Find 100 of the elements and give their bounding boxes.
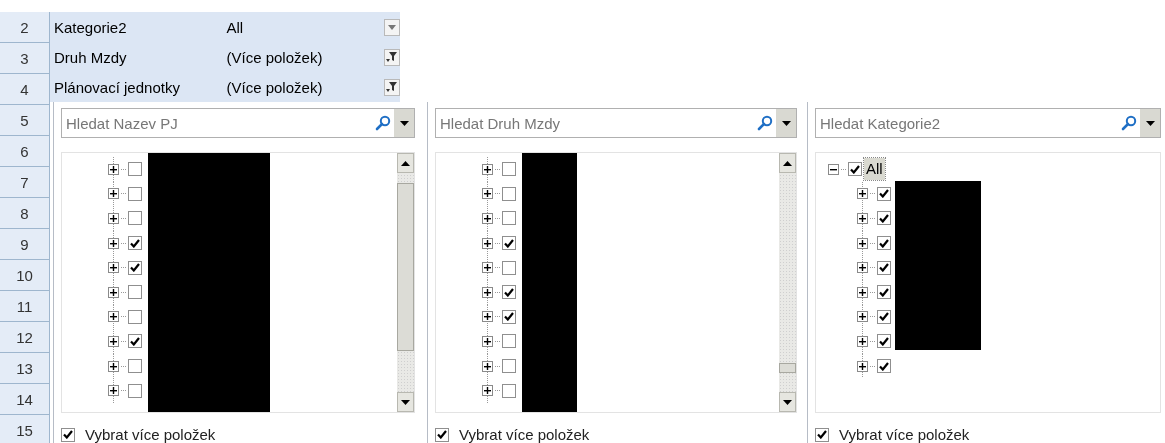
expand-icon[interactable] bbox=[108, 286, 119, 298]
checkbox[interactable] bbox=[848, 162, 862, 177]
checkbox[interactable] bbox=[502, 211, 516, 226]
search-box[interactable]: Hledat Nazev PJ bbox=[61, 108, 415, 138]
checkbox[interactable] bbox=[502, 162, 516, 177]
expand-icon[interactable] bbox=[857, 286, 868, 298]
filter-field-value: (Více položek) bbox=[226, 48, 324, 66]
checkbox[interactable] bbox=[128, 260, 142, 275]
expand-icon[interactable] bbox=[857, 188, 868, 200]
expand-icon[interactable] bbox=[482, 385, 493, 397]
filter-button[interactable] bbox=[384, 48, 400, 66]
checkbox[interactable] bbox=[877, 211, 891, 226]
checkbox[interactable] bbox=[877, 309, 891, 324]
checkbox[interactable] bbox=[502, 285, 516, 300]
row-header: 5 bbox=[0, 105, 50, 136]
expand-icon[interactable] bbox=[482, 163, 493, 175]
list-item[interactable]: All bbox=[864, 158, 885, 181]
checkbox-label[interactable]: Vybrat více položek bbox=[459, 426, 590, 443]
caret-icon bbox=[399, 120, 409, 126]
filter-button[interactable] bbox=[384, 78, 400, 96]
expand-icon[interactable] bbox=[857, 311, 868, 323]
checkbox[interactable] bbox=[877, 334, 891, 349]
search-field[interactable]: Hledat Kategorie2 bbox=[816, 114, 1121, 132]
scroll-down-button[interactable] bbox=[779, 392, 796, 412]
checkbox[interactable] bbox=[877, 359, 891, 374]
expand-icon[interactable] bbox=[482, 237, 493, 249]
checkbox[interactable] bbox=[877, 260, 891, 275]
scroll-thumb[interactable] bbox=[397, 183, 414, 351]
search-dropdown-button[interactable] bbox=[394, 109, 414, 137]
search-icon[interactable] bbox=[757, 115, 773, 131]
expand-icon[interactable] bbox=[857, 237, 868, 249]
checkbox[interactable] bbox=[502, 236, 516, 251]
checkbox[interactable] bbox=[128, 383, 142, 398]
checkbox-label[interactable]: Vybrat více položek bbox=[85, 426, 216, 443]
checkbox[interactable] bbox=[128, 285, 142, 300]
checkbox[interactable] bbox=[128, 236, 142, 251]
scrollbar[interactable] bbox=[779, 153, 796, 412]
search-icon[interactable] bbox=[1121, 115, 1137, 131]
row-header: 15 bbox=[0, 415, 50, 443]
expand-icon[interactable] bbox=[482, 360, 493, 372]
expand-icon[interactable] bbox=[482, 335, 493, 347]
checkbox[interactable] bbox=[128, 186, 142, 201]
checkmark-icon bbox=[817, 430, 827, 439]
checkmark-icon bbox=[63, 430, 73, 439]
expand-icon[interactable] bbox=[108, 335, 119, 347]
row-header: 10 bbox=[0, 260, 50, 291]
checkbox-label[interactable]: Vybrat více položek bbox=[839, 426, 970, 443]
search-icon[interactable] bbox=[375, 115, 391, 131]
expand-icon[interactable] bbox=[857, 335, 868, 347]
checkbox[interactable] bbox=[128, 334, 142, 349]
checkbox[interactable] bbox=[128, 162, 142, 177]
checkbox[interactable] bbox=[877, 236, 891, 251]
search-box[interactable]: Hledat Kategorie2 bbox=[815, 108, 1161, 138]
checkbox[interactable] bbox=[502, 334, 516, 349]
search-box[interactable]: Hledat Druh Mzdy bbox=[435, 108, 797, 138]
expand-icon[interactable] bbox=[482, 311, 493, 323]
expand-icon[interactable] bbox=[108, 262, 119, 274]
checkbox[interactable] bbox=[61, 427, 75, 442]
expand-icon[interactable] bbox=[108, 237, 119, 249]
row-header: 11 bbox=[0, 291, 50, 322]
scroll-down-button[interactable] bbox=[397, 392, 414, 412]
search-dropdown-button[interactable] bbox=[1140, 109, 1160, 137]
expand-icon[interactable] bbox=[108, 311, 119, 323]
checkmark-icon bbox=[879, 361, 889, 371]
expand-icon[interactable] bbox=[482, 213, 493, 224]
checkbox[interactable] bbox=[128, 309, 142, 324]
expand-icon[interactable] bbox=[482, 262, 493, 274]
expand-icon[interactable] bbox=[857, 213, 868, 224]
expand-icon[interactable] bbox=[857, 262, 868, 274]
checkmark-icon bbox=[130, 336, 140, 346]
expand-icon[interactable] bbox=[482, 188, 493, 200]
row-header: 14 bbox=[0, 384, 50, 415]
expand-icon[interactable] bbox=[108, 360, 119, 372]
checkbox[interactable] bbox=[502, 260, 516, 275]
checkbox[interactable] bbox=[502, 359, 516, 374]
checkbox[interactable] bbox=[128, 211, 142, 226]
checkbox[interactable] bbox=[502, 383, 516, 398]
collapse-icon[interactable] bbox=[828, 163, 839, 175]
checkbox[interactable] bbox=[435, 427, 449, 442]
checkmark-icon bbox=[504, 312, 514, 322]
checkbox[interactable] bbox=[502, 186, 516, 201]
checkbox[interactable] bbox=[815, 427, 829, 442]
row-header: 4 bbox=[0, 74, 50, 105]
scroll-thumb[interactable] bbox=[779, 363, 796, 373]
checkbox[interactable] bbox=[877, 186, 891, 201]
expand-icon[interactable] bbox=[108, 163, 119, 175]
scrollbar[interactable] bbox=[397, 153, 414, 412]
expand-icon[interactable] bbox=[857, 360, 868, 372]
expand-icon[interactable] bbox=[108, 385, 119, 397]
checkbox[interactable] bbox=[502, 309, 516, 324]
expand-icon[interactable] bbox=[108, 213, 119, 224]
search-field[interactable]: Hledat Druh Mzdy bbox=[436, 114, 757, 132]
checkbox[interactable] bbox=[877, 285, 891, 300]
checkbox[interactable] bbox=[128, 359, 142, 374]
expand-icon[interactable] bbox=[482, 286, 493, 298]
expand-icon[interactable] bbox=[108, 188, 119, 200]
search-field[interactable]: Hledat Nazev PJ bbox=[62, 114, 375, 132]
search-dropdown-button[interactable] bbox=[776, 109, 796, 137]
scroll-up-button[interactable] bbox=[779, 153, 796, 173]
scroll-up-button[interactable] bbox=[397, 153, 414, 173]
